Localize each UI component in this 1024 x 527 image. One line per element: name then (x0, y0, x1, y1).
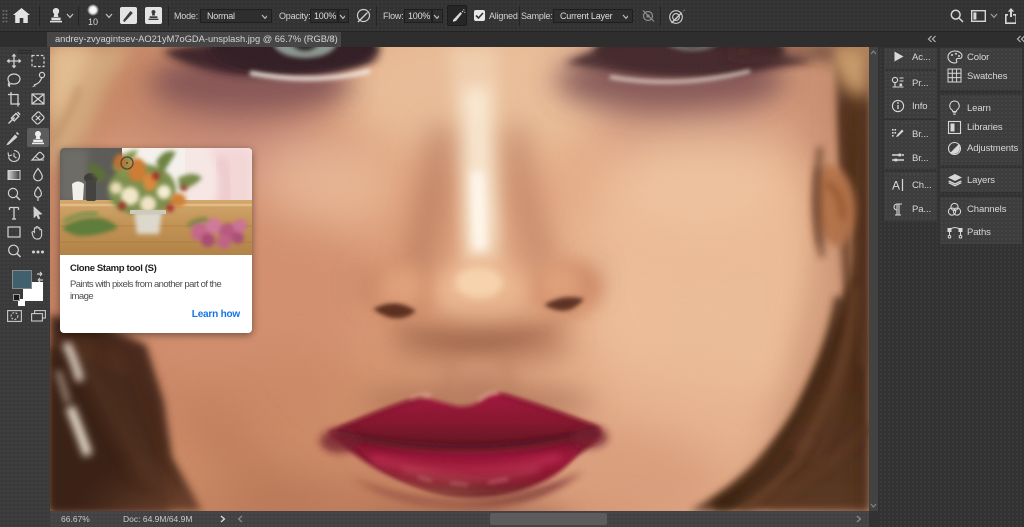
svg-text:A: A (892, 179, 900, 193)
